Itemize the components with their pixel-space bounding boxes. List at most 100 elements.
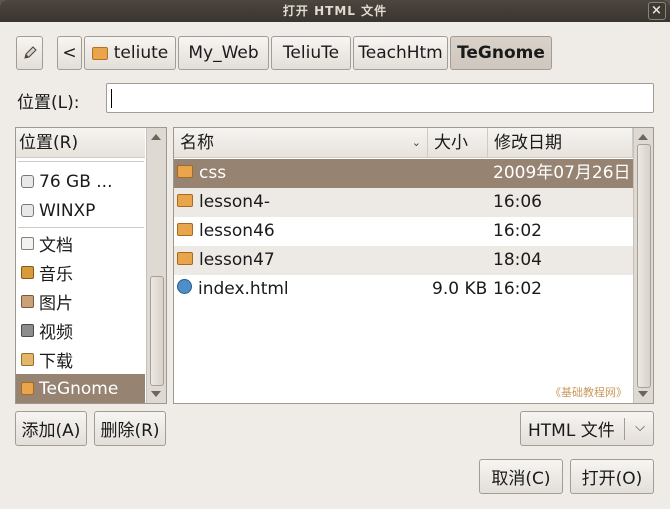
place-item-drive[interactable]: 76 GB ... (16, 167, 145, 196)
cancel-label: 取消(C) (491, 469, 551, 489)
filter-value: HTML 文件 (528, 421, 615, 441)
open-button[interactable]: 打开(O) (570, 459, 654, 494)
chevron-left-icon: < (62, 43, 77, 63)
file-list-scrollbar[interactable] (633, 128, 653, 403)
scroll-down-icon[interactable] (638, 391, 648, 397)
place-item-downloads[interactable]: 下载 (16, 345, 145, 374)
text-cursor (111, 89, 112, 108)
remove-place-button[interactable]: 删除(R) (94, 411, 166, 446)
location-input[interactable] (106, 83, 654, 113)
file-name-cell: css (177, 159, 226, 188)
place-label: 76 GB ... (39, 171, 113, 192)
place-item-tegnome[interactable]: TeGnome (16, 374, 145, 403)
places-scrollbar[interactable] (146, 128, 166, 403)
remove-place-label: 删除(R) (100, 421, 160, 441)
column-header-size[interactable]: 大小 (428, 128, 488, 158)
breadcrumb-teliute[interactable]: teliute (84, 36, 176, 70)
places-header[interactable]: 位置(R) (16, 128, 145, 158)
column-size-label: 大小 (434, 133, 468, 153)
file-name-cell: index.html (177, 275, 289, 304)
places-scroll-thumb[interactable] (150, 276, 164, 386)
file-modified: 16:06 (493, 192, 542, 212)
file-row[interactable]: css 2009年07月26日 (174, 159, 633, 188)
file-modified: 16:02 (493, 279, 542, 299)
place-label: 图片 (39, 294, 73, 314)
documents-icon (21, 237, 34, 250)
music-icon (21, 266, 34, 279)
file-name: css (199, 163, 227, 183)
places-divider (18, 227, 144, 228)
file-modified: 16:02 (493, 221, 542, 241)
close-button[interactable]: × (648, 2, 666, 20)
breadcrumb-label: TeachHtm (358, 43, 443, 63)
column-header-modified[interactable]: 修改日期 (488, 128, 633, 158)
place-label: 文档 (39, 236, 73, 256)
column-name-label: 名称 (180, 133, 214, 153)
folder-icon (177, 223, 193, 236)
add-place-button[interactable]: 添加(A) (15, 411, 87, 446)
file-name: index.html (198, 279, 289, 299)
places-panel: 位置(R) 76 GB ... WINXP 文档 音乐 图片 视频 下载 TeG… (15, 127, 167, 404)
column-header-name[interactable]: 名称 ⌄ (174, 128, 428, 158)
add-place-label: 添加(A) (21, 421, 81, 441)
breadcrumb-label: teliute (113, 43, 169, 63)
pencil-icon (23, 46, 37, 59)
scroll-up-icon[interactable] (151, 134, 161, 140)
watermark: 《基础教程网》 (550, 386, 627, 399)
column-modified-label: 修改日期 (494, 133, 562, 153)
folder-icon (21, 382, 34, 395)
path-back-button[interactable]: < (57, 36, 82, 70)
place-label: WINXP (39, 200, 96, 221)
location-label: 位置(L): (17, 93, 80, 113)
breadcrumb-label: TeliuTe (282, 43, 340, 63)
file-modified: 2009年07月26日 (493, 163, 631, 183)
places-divider (18, 161, 144, 162)
sort-chevron-down-icon: ⌄ (411, 136, 421, 149)
place-item-winxp[interactable]: WINXP (16, 196, 145, 225)
videos-icon (21, 324, 34, 337)
drive-icon (21, 204, 34, 217)
file-type-filter[interactable]: HTML 文件 ⌵ (520, 411, 654, 446)
file-name: lesson46 (199, 221, 275, 241)
place-label: 音乐 (39, 265, 73, 285)
open-label: 打开(O) (581, 469, 643, 489)
downloads-icon (21, 353, 34, 366)
file-name: lesson4- (199, 192, 271, 212)
pictures-icon (21, 295, 34, 308)
close-icon[interactable]: × (651, 3, 663, 18)
file-row[interactable]: lesson46 16:02 (174, 217, 633, 246)
breadcrumb-label: TeGnome (457, 43, 545, 63)
place-label: TeGnome (39, 378, 119, 399)
file-name-cell: lesson47 (177, 246, 275, 275)
breadcrumb-tegnome[interactable]: TeGnome (450, 36, 552, 70)
file-row[interactable]: index.html 9.0 KB 16:02 (174, 275, 633, 304)
chevron-down-icon: ⌵ (635, 420, 645, 435)
folder-icon (177, 252, 193, 265)
file-open-dialog: 打开 HTML 文件 × < teliute My_Web TeliuTe Te… (0, 0, 670, 509)
folder-icon (177, 165, 193, 178)
scroll-down-icon[interactable] (151, 391, 161, 397)
file-name-cell: lesson4- (177, 188, 270, 217)
folder-icon (177, 194, 193, 207)
breadcrumb-label: My_Web (188, 43, 259, 63)
folder-icon (91, 46, 108, 60)
file-list-scroll-thumb[interactable] (637, 144, 651, 388)
file-modified: 18:04 (493, 250, 542, 270)
file-row[interactable]: lesson47 18:04 (174, 246, 633, 275)
place-item-music[interactable]: 音乐 (16, 258, 145, 287)
file-name-cell: lesson46 (177, 217, 275, 246)
edit-location-button[interactable] (16, 36, 43, 70)
place-item-pictures[interactable]: 图片 (16, 287, 145, 316)
scroll-up-icon[interactable] (638, 134, 648, 140)
breadcrumb-teliute-2[interactable]: TeliuTe (271, 36, 351, 70)
file-list-panel: 名称 ⌄ 大小 修改日期 css 2009年07月26日 lesson4- 16… (173, 127, 654, 404)
file-row[interactable]: lesson4- 16:06 (174, 188, 633, 217)
breadcrumb-my-web[interactable]: My_Web (178, 36, 269, 70)
place-item-documents[interactable]: 文档 (16, 229, 145, 258)
drive-icon (21, 175, 34, 188)
file-size: 9.0 KB (432, 279, 488, 299)
cancel-button[interactable]: 取消(C) (479, 459, 563, 494)
breadcrumb-teachhtm[interactable]: TeachHtm (353, 36, 448, 70)
place-item-videos[interactable]: 视频 (16, 316, 145, 345)
filter-separator (624, 418, 625, 440)
